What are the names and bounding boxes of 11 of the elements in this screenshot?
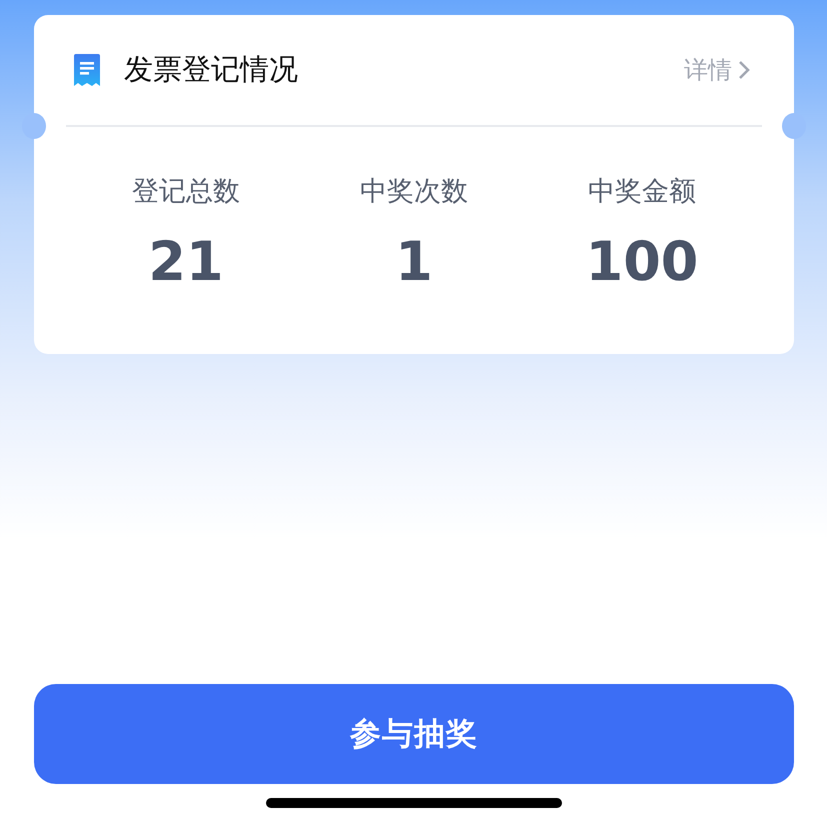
stat-value: 1 <box>395 235 433 289</box>
details-link[interactable]: 详情 <box>684 54 750 86</box>
stat-label: 登记总数 <box>132 175 240 209</box>
stat-value: 100 <box>586 235 698 289</box>
stat-label: 中奖次数 <box>360 175 468 209</box>
stat-value: 21 <box>148 235 224 289</box>
receipt-icon <box>74 54 100 86</box>
card-title: 发票登记情况 <box>124 51 299 88</box>
draw-button[interactable]: 参与抽奖 <box>34 684 794 784</box>
stat-label: 中奖金额 <box>588 175 696 209</box>
chevron-right-icon <box>738 60 750 80</box>
